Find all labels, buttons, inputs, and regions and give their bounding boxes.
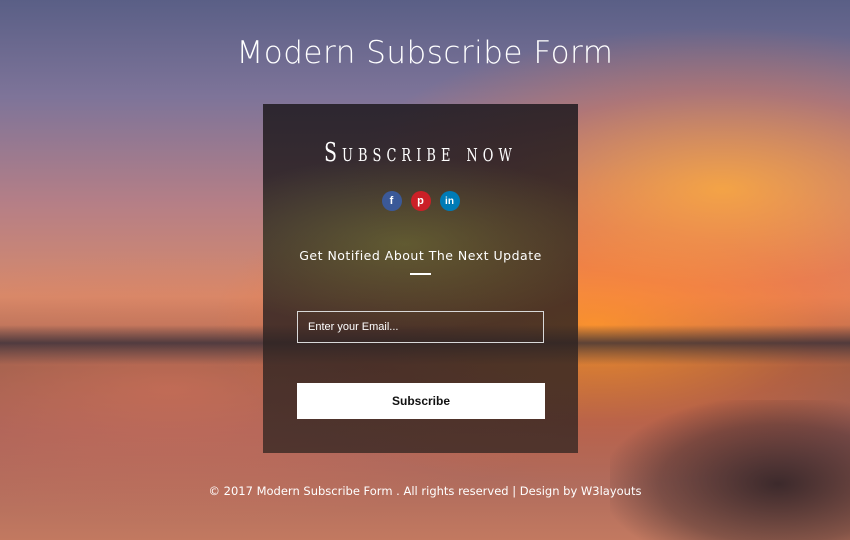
facebook-icon[interactable]: f <box>381 191 402 211</box>
background-rocks <box>610 400 850 540</box>
footer-copyright: © 2017 Modern Subscribe Form . All right… <box>208 484 642 498</box>
subscribe-button[interactable]: Subscribe <box>297 383 545 419</box>
divider-line <box>410 273 431 275</box>
notify-text: Get Notified About The Next Update <box>299 248 542 263</box>
email-field[interactable] <box>297 311 544 343</box>
page-title: Modern Subscribe Form <box>236 35 614 71</box>
pinterest-icon[interactable]: p <box>410 191 431 211</box>
card-heading: Subscribe now <box>324 138 517 168</box>
linkedin-icon[interactable]: in <box>439 191 460 211</box>
social-links: f p in <box>263 191 578 211</box>
subscribe-card: Subscribe now f p in Get Notified About … <box>263 104 578 453</box>
